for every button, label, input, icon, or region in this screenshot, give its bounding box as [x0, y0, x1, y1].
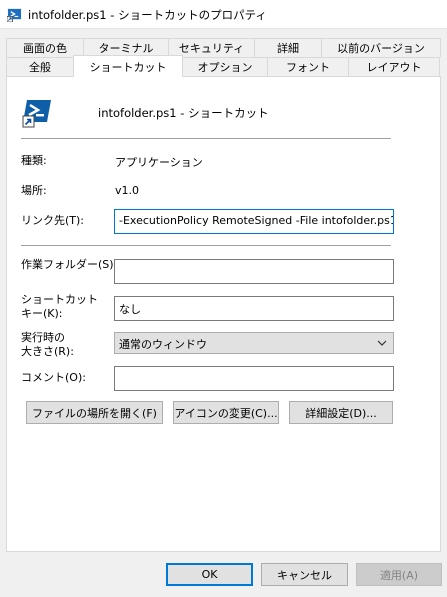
hotkey-label-line1: ショートカット: [21, 293, 98, 306]
chevron-down-icon: [377, 340, 387, 346]
tab-details[interactable]: 詳細: [254, 38, 322, 57]
type-value: アプリケーション: [115, 156, 203, 169]
start-in-input[interactable]: [114, 259, 394, 284]
shortcut-name: intofolder.ps1 - ショートカット: [98, 106, 269, 120]
separator: [21, 245, 391, 246]
tab-row-front: 全般 ショートカット オプション フォント レイアウト: [6, 55, 440, 77]
shortcut-app-icon: [22, 100, 51, 128]
window-title: intofolder.ps1 - ショートカットのプロパティ: [28, 8, 267, 22]
run-select[interactable]: 通常のウィンドウ: [114, 332, 394, 354]
hotkey-label-line2: キー(K):: [21, 307, 63, 320]
tab-shortcut[interactable]: ショートカット: [73, 55, 183, 77]
target-input[interactable]: -ExecutionPolicy RemoteSigned -File into…: [114, 209, 394, 234]
powershell-icon: [7, 8, 22, 22]
comment-input[interactable]: [114, 366, 394, 391]
tab-options[interactable]: オプション: [182, 57, 268, 76]
open-file-location-button[interactable]: ファイルの場所を開く(F): [26, 401, 163, 424]
apply-button[interactable]: 適用(A): [356, 563, 442, 586]
type-label: 種類:: [21, 154, 47, 167]
run-label-line1: 実行時の: [21, 331, 65, 344]
run-label-line2: 大きさ(R):: [21, 345, 74, 358]
run-select-value: 通常のウィンドウ: [119, 338, 207, 351]
separator: [21, 138, 391, 139]
comment-label: コメント(O):: [21, 371, 86, 384]
start-in-label: 作業フォルダー(S):: [21, 258, 118, 271]
tab-layout[interactable]: レイアウト: [348, 57, 440, 76]
advanced-button[interactable]: 詳細設定(D)...: [289, 401, 393, 424]
tab-general[interactable]: 全般: [6, 57, 74, 76]
title-bar[interactable]: intofolder.ps1 - ショートカットのプロパティ: [0, 0, 447, 29]
ok-button[interactable]: OK: [166, 563, 253, 586]
tab-previous-versions[interactable]: 以前のバージョン: [321, 38, 441, 57]
cancel-button[interactable]: キャンセル: [261, 563, 348, 586]
location-label: 場所:: [21, 184, 47, 197]
tab-font[interactable]: フォント: [267, 57, 349, 76]
hotkey-input[interactable]: なし: [114, 296, 394, 321]
target-label: リンク先(T):: [21, 214, 85, 227]
shortcut-panel: intofolder.ps1 - ショートカット 種類: アプリケーション 場所…: [6, 76, 441, 552]
tab-row-back: 画面の色 ターミナル セキュリティ 詳細 以前のバージョン: [6, 38, 441, 57]
change-icon-button[interactable]: アイコンの変更(C)...: [173, 401, 279, 424]
location-value: v1.0: [115, 184, 140, 197]
